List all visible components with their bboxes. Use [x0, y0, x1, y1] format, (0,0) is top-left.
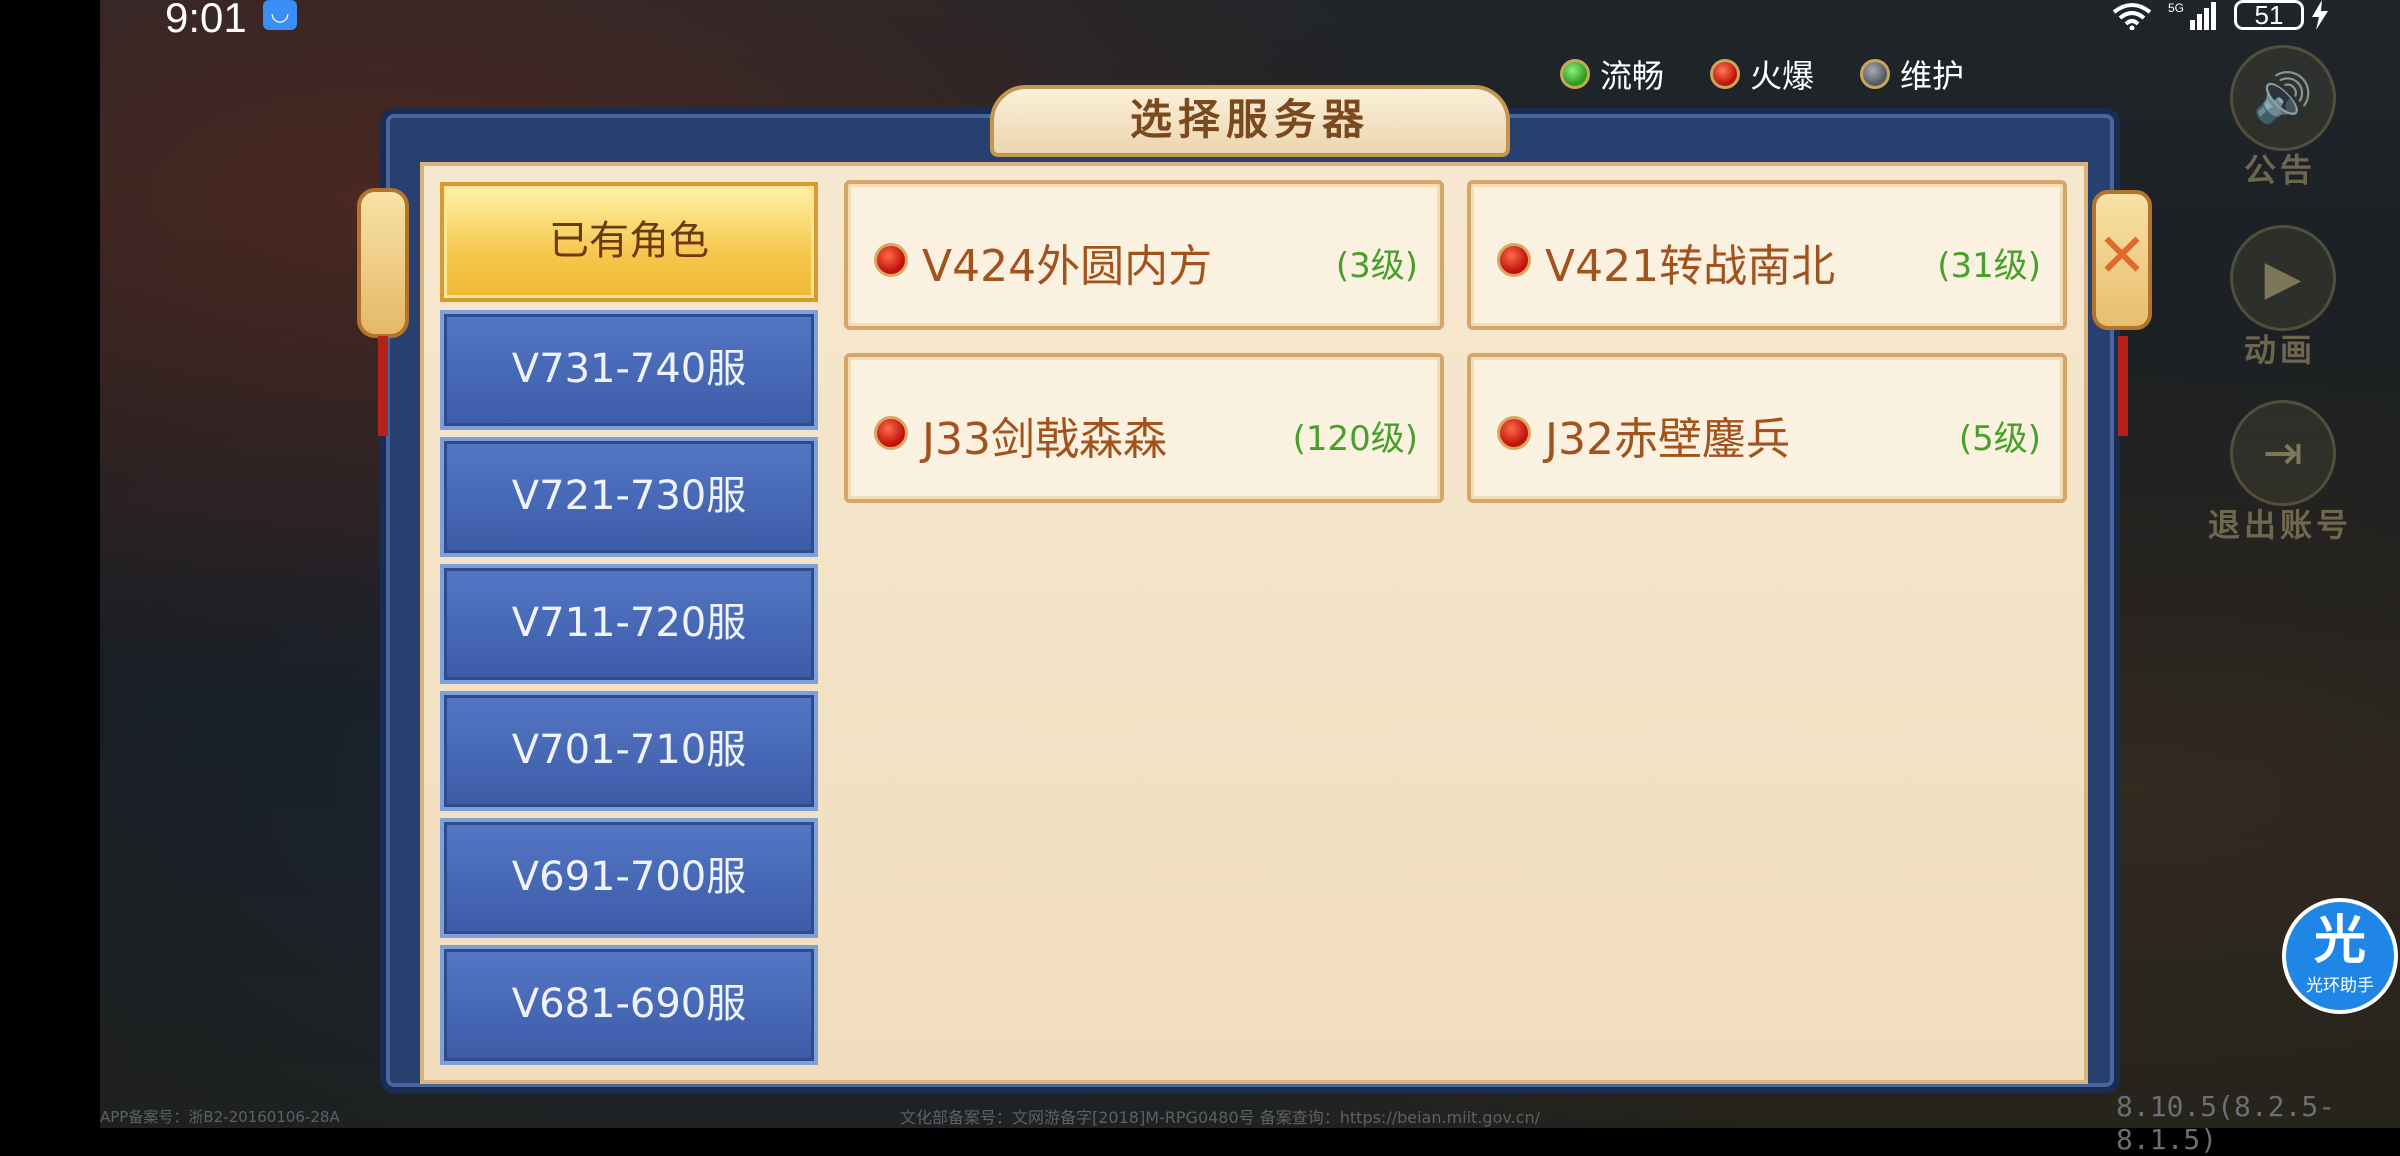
floating-assistant-button[interactable]: 光 光环助手 [2282, 898, 2398, 1014]
wifi-icon [2112, 3, 2152, 30]
network-type-label: 5G [2168, 1, 2184, 15]
version-label: 8.10.5(8.2.5-8.1.5) [2116, 1090, 2336, 1156]
legend-item-smooth: 流畅 [1560, 51, 1664, 97]
close-button[interactable]: ✕ [2092, 190, 2152, 330]
battery-indicator: 51 [2234, 0, 2304, 30]
charging-bolt-icon [2312, 0, 2328, 30]
character-level: (31级) [1937, 246, 2041, 286]
culture-record-info: 文化部备案号：文网游备字[2018]M-RPG0480号 备案查询：https:… [900, 1108, 1541, 1127]
cellular-signal-icon: 5G [2168, 1, 2216, 30]
hot-status-icon [874, 243, 908, 277]
status-dot-icon [1860, 59, 1891, 89]
legend-item-hot: 火爆 [1710, 51, 1814, 97]
tab-server-group[interactable]: V701-710服 [440, 691, 818, 811]
server-card[interactable]: V421转战南北 (31级) [1467, 180, 2067, 330]
play-icon: ▶ [2230, 225, 2336, 331]
hot-status-icon [1497, 243, 1531, 277]
legend-label: 维护 [1900, 57, 1965, 95]
server-card[interactable]: J33剑戟森森 (120级) [844, 353, 1444, 503]
side-button-label: 动画 [2243, 331, 2316, 369]
server-name: V421转战南北 [1545, 241, 1836, 292]
dialog-title: 选择服务器 [990, 85, 1510, 157]
right-tassel-decoration [2118, 336, 2128, 436]
server-name: J33剑戟森森 [922, 414, 1167, 465]
tab-existing-characters[interactable]: 已有角色 [440, 182, 818, 302]
hot-status-icon [1497, 416, 1531, 450]
character-level: (120级) [1292, 419, 1418, 459]
close-icon: ✕ [2096, 221, 2148, 291]
announcement-button[interactable]: 🔊 公告 [2205, 45, 2355, 215]
tab-server-group[interactable]: V721-730服 [440, 437, 818, 557]
server-name: V424外圆内方 [922, 241, 1213, 292]
tab-server-group[interactable]: V691-700服 [440, 818, 818, 938]
animation-button[interactable]: ▶ 动画 [2205, 225, 2355, 395]
server-card[interactable]: J32赤壁鏖兵 (5级) [1467, 353, 2067, 503]
speaker-icon: 🔊 [2230, 45, 2336, 151]
status-dot-icon [1560, 59, 1590, 89]
legend-label: 流畅 [1600, 57, 1665, 95]
tab-server-group[interactable]: V711-720服 [440, 564, 818, 684]
left-tassel-decoration [378, 336, 388, 436]
app-notification-icon: ◡ [263, 0, 297, 30]
status-dot-icon [1710, 59, 1741, 89]
status-bar: 9:01 ◡ 5G 51 [0, 0, 2400, 41]
server-card[interactable]: V424外圆内方 (3级) [844, 180, 1444, 330]
character-level: (3级) [1335, 246, 1418, 286]
logout-icon: ⇥ [2230, 400, 2336, 506]
side-button-label: 退出账号 [2207, 506, 2352, 544]
left-lantern-decoration [357, 188, 409, 338]
tab-server-group[interactable]: V681-690服 [440, 945, 818, 1065]
character-level: (5级) [1958, 419, 2041, 459]
side-button-label: 公告 [2243, 151, 2316, 189]
app-record-number: APP备案号：浙B2-20160106-28A [100, 1108, 340, 1126]
clock: 9:01 [165, 0, 247, 41]
legend-label: 火爆 [1750, 57, 1815, 95]
assistant-logo-icon: 光 [2313, 911, 2366, 971]
legend-item-maintenance: 维护 [1860, 51, 1964, 97]
tab-server-group[interactable]: V731-740服 [440, 310, 818, 430]
server-status-legend: 流畅 火爆 维护 [1560, 52, 2010, 96]
server-name: J32赤壁鏖兵 [1545, 414, 1790, 465]
hot-status-icon [874, 416, 908, 450]
assistant-label: 光环助手 [2306, 976, 2374, 996]
logout-button[interactable]: ⇥ 退出账号 [2205, 400, 2355, 570]
